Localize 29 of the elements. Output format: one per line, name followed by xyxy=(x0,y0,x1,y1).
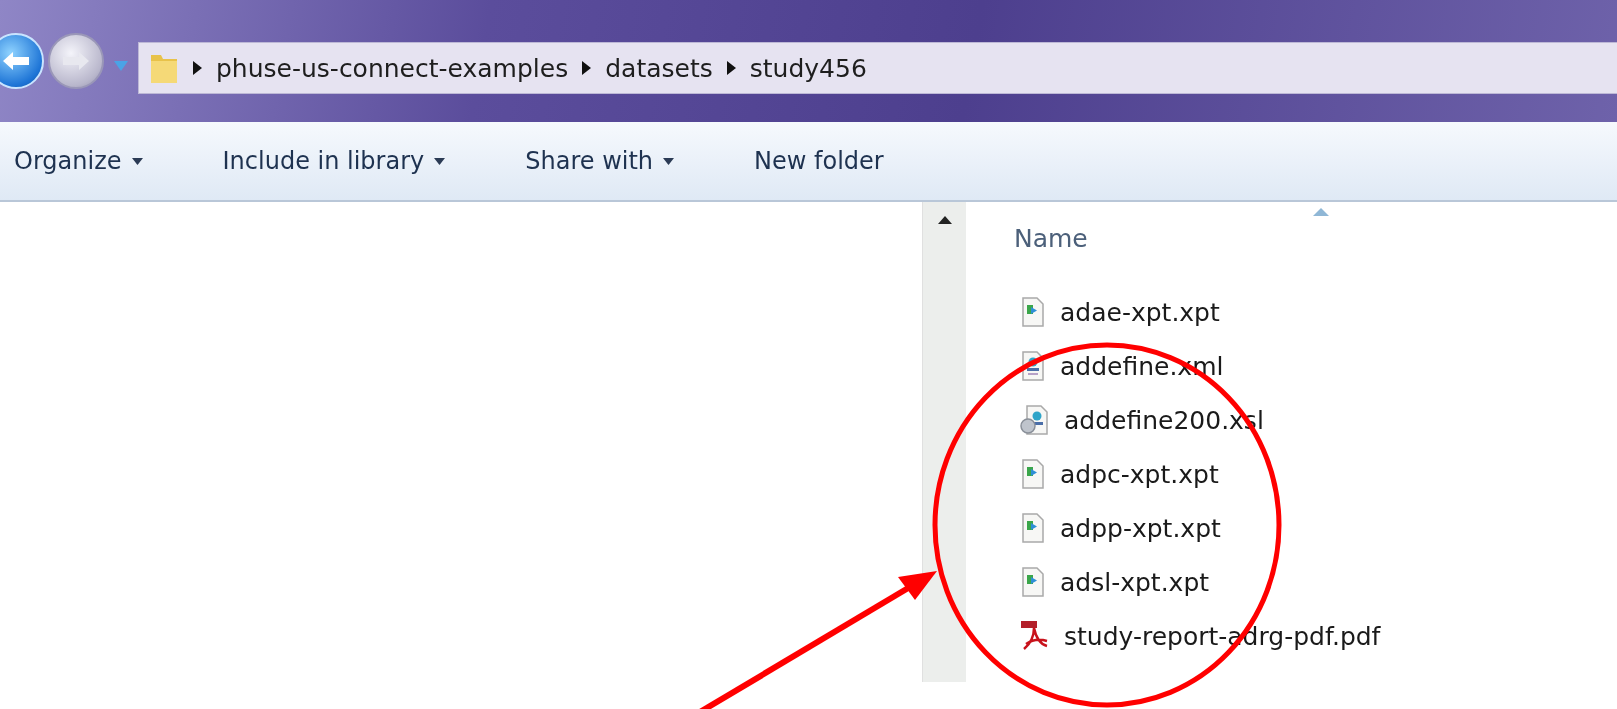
toolbar-button[interactable]: New folder xyxy=(754,147,884,175)
arrow-left-icon xyxy=(3,51,29,71)
toolbar-button[interactable]: Organize xyxy=(14,147,143,175)
toolbar-button[interactable]: Share with xyxy=(525,147,675,175)
scrollbar[interactable] xyxy=(922,202,966,682)
pdf-icon xyxy=(1020,620,1050,652)
file-icon xyxy=(1020,513,1046,543)
back-button[interactable] xyxy=(0,33,44,89)
scroll-up-icon[interactable] xyxy=(937,216,952,224)
globe-document-icon xyxy=(1020,405,1050,435)
file-name[interactable]: adae-xpt.xpt xyxy=(1060,297,1220,327)
file-name[interactable]: adsl-xpt.xpt xyxy=(1060,567,1210,597)
sort-caret-icon xyxy=(1313,208,1329,216)
address-bar[interactable]: phuse-us-connect-examples datasets study456 xyxy=(138,42,1617,94)
column-header[interactable]: Name xyxy=(1014,224,1088,253)
chevron-right-icon[interactable] xyxy=(193,61,202,75)
toolbar-button[interactable]: Include in library xyxy=(222,147,446,175)
arrow-right-icon xyxy=(63,51,89,71)
breadcrumb[interactable]: phuse-us-connect-examples xyxy=(216,53,569,83)
forward-button[interactable] xyxy=(48,33,104,89)
file-name[interactable]: adpc-xpt.xpt xyxy=(1060,459,1219,489)
file-name[interactable]: adpp-xpt.xpt xyxy=(1060,513,1221,543)
breadcrumb[interactable]: datasets xyxy=(605,53,713,83)
file-icon xyxy=(1020,297,1046,327)
chevron-right-icon[interactable] xyxy=(582,61,592,75)
file-icon xyxy=(1020,567,1046,597)
chevron-right-icon[interactable] xyxy=(726,61,736,75)
file-icon xyxy=(1020,459,1046,489)
breadcrumb[interactable]: study456 xyxy=(749,53,867,83)
